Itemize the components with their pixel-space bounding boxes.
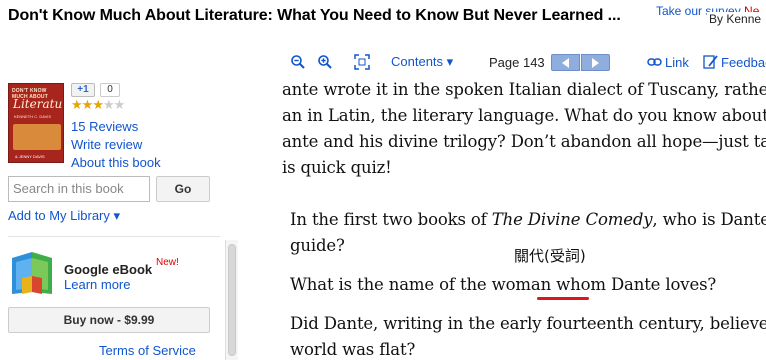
ebook-title: Google eBook <box>64 262 153 277</box>
quiz-question-2: What is the name of the woman whom Dante… <box>290 275 717 294</box>
link-label: Link <box>665 54 689 70</box>
previous-page-button[interactable] <box>551 54 580 71</box>
book-page: ante wrote it in the spoken Italian dial… <box>282 78 766 360</box>
page-line: ante and his divine trilogy? Don’t aband… <box>282 132 766 151</box>
red-underline-annotation <box>537 297 589 300</box>
learn-more-link[interactable]: Learn more <box>64 277 130 292</box>
link-icon <box>647 58 662 66</box>
contents-dropdown[interactable]: Contents ▾ <box>391 50 453 74</box>
page-line: is quick quiz! <box>282 158 392 177</box>
zoom-out-icon[interactable] <box>290 50 306 74</box>
cover-title: Literature <box>13 97 63 111</box>
book-author: By Kenne <box>707 12 762 26</box>
page-line: ante wrote it in the spoken Italian dial… <box>282 80 766 99</box>
reviews-link[interactable]: 15 Reviews <box>71 119 138 134</box>
page-number: Page 143 <box>489 54 545 70</box>
next-page-button[interactable] <box>581 54 610 71</box>
chevron-right-icon <box>592 57 599 68</box>
quiz-question-3-cont: world was flat? <box>290 340 416 359</box>
plus-one-button[interactable]: +1 <box>71 83 95 97</box>
book-title: Don't Know Much About Literature: What Y… <box>8 7 621 24</box>
scrollbar-thumb[interactable] <box>228 244 236 356</box>
quiz-question-1: In the first two books of The Divine Com… <box>290 210 766 229</box>
fullscreen-icon[interactable] <box>354 50 370 74</box>
feedback-icon <box>703 55 718 69</box>
go-button[interactable]: Go <box>156 176 210 202</box>
feedback-label: Feedbac <box>721 54 766 70</box>
title-bar: Don't Know Much About Literature: What Y… <box>0 0 766 32</box>
star-rating: ★★★★★ <box>71 97 126 112</box>
book-cover[interactable]: DON'T KNOW MUCH ABOUT Literature KENNETH… <box>8 83 64 163</box>
handwritten-annotation: 關代(受詞) <box>514 247 586 265</box>
write-review-link[interactable]: Write review <box>71 137 142 152</box>
zoom-in-icon[interactable] <box>317 50 333 74</box>
new-badge: New! <box>156 257 179 268</box>
quiz-question-3: Did Dante, writing in the early fourteen… <box>290 314 766 333</box>
star-empty-icon: ★ <box>102 97 115 112</box>
terms-of-service-link[interactable]: Terms of Service <box>99 343 196 358</box>
buy-now-button[interactable]: Buy now - $9.99 <box>8 307 210 333</box>
search-in-book-input[interactable]: Search in this book <box>8 176 150 202</box>
page-line: an in Latin, the literary language. What… <box>282 106 766 125</box>
plus-one-count: 0 <box>100 83 120 97</box>
feedback-button[interactable]: Feedbac <box>703 50 766 74</box>
google-ebook-icon <box>12 252 52 294</box>
add-to-library-link[interactable]: Add to My Library ▾ <box>8 208 120 224</box>
sidebar-divider <box>8 236 220 237</box>
star-empty-icon: ★ <box>113 97 126 112</box>
chevron-left-icon <box>562 57 569 68</box>
star-icon: ★ <box>81 97 94 112</box>
cover-coauthor: & JENNY DAVIS <box>15 154 45 159</box>
quiz-question-1-cont: guide? <box>290 236 345 255</box>
about-book-link[interactable]: About this book <box>71 155 161 170</box>
link-button[interactable]: Link <box>647 50 689 74</box>
sidebar-scrollbar[interactable] <box>225 240 238 360</box>
cover-illustration <box>13 124 61 150</box>
star-icon: ★ <box>92 97 104 112</box>
star-icon: ★ <box>71 97 83 112</box>
cover-author: KENNETH C. DAVIS <box>14 114 52 119</box>
